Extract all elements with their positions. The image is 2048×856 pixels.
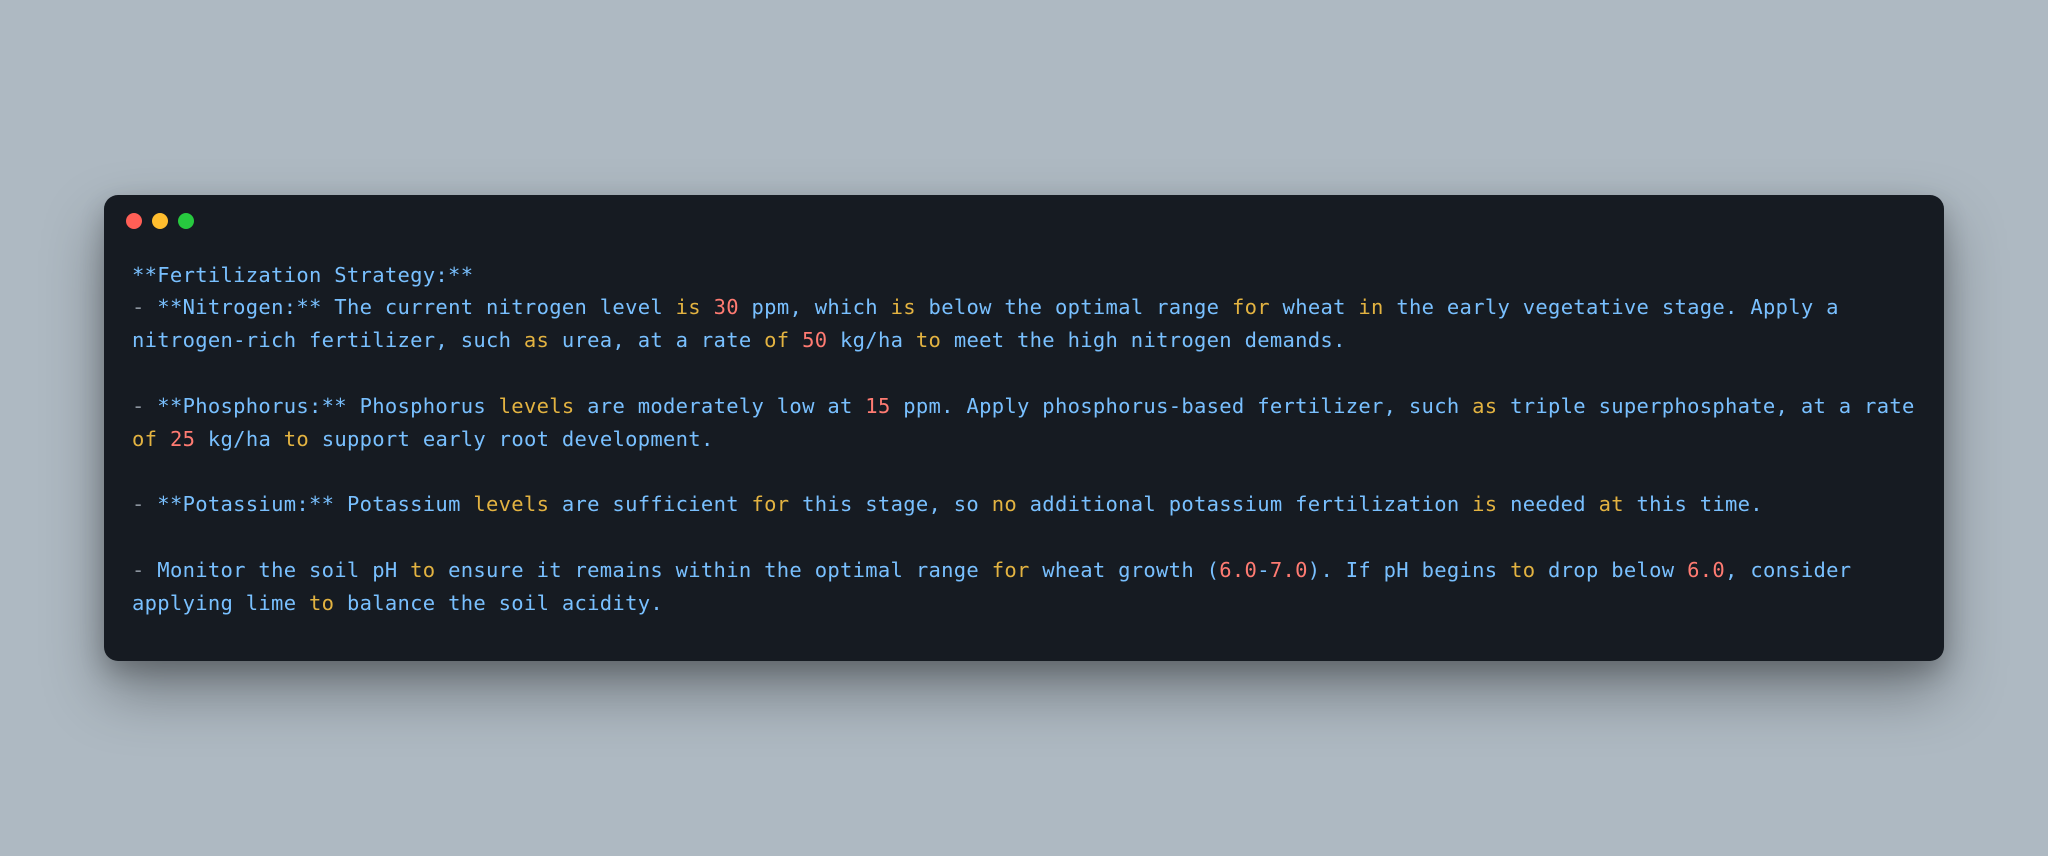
- code-token: ppm. Apply phosphorus-based fertilizer, …: [891, 394, 1473, 418]
- code-token: additional potassium fertilization: [1017, 492, 1472, 516]
- code-token: is: [891, 295, 916, 319]
- code-token: -: [1257, 558, 1270, 582]
- code-token: Phosphorus: [347, 394, 499, 418]
- code-token: support early root development.: [309, 427, 714, 451]
- code-content: **Fertilization Strategy:** - **Nitrogen…: [104, 229, 1944, 662]
- code-token: Monitor the soil pH: [157, 558, 410, 582]
- code-token: for: [1232, 295, 1270, 319]
- code-token: to: [410, 558, 435, 582]
- code-token: [157, 427, 170, 451]
- code-token: wheat: [1270, 295, 1359, 319]
- code-token: **Fertilization Strategy:**: [132, 263, 473, 287]
- code-token: drop below: [1535, 558, 1687, 582]
- code-token: -: [132, 492, 157, 516]
- code-token: is: [676, 295, 701, 319]
- code-token: [789, 328, 802, 352]
- code-token: 6.0: [1687, 558, 1725, 582]
- code-token: 15: [865, 394, 890, 418]
- code-token: wheat growth (: [1030, 558, 1220, 582]
- maximize-icon[interactable]: [178, 213, 194, 229]
- window-titlebar: [104, 195, 1944, 229]
- code-token: -: [132, 394, 157, 418]
- code-token: this stage, so: [789, 492, 991, 516]
- code-token: [701, 295, 714, 319]
- code-token: The current nitrogen level: [322, 295, 676, 319]
- code-token: kg/ha: [195, 427, 284, 451]
- code-token: in: [1358, 295, 1383, 319]
- code-token: as: [524, 328, 549, 352]
- code-token: of: [132, 427, 157, 451]
- code-token: **Potassium:**: [157, 492, 334, 516]
- code-token: kg/ha: [827, 328, 916, 352]
- code-token: to: [309, 591, 334, 615]
- code-token: ). If pH begins: [1308, 558, 1510, 582]
- code-token: meet the high nitrogen demands.: [941, 328, 1346, 352]
- code-token: as: [1472, 394, 1497, 418]
- code-token: 6.0: [1219, 558, 1257, 582]
- code-token: to: [284, 427, 309, 451]
- code-token: -: [132, 295, 157, 319]
- code-token: 50: [802, 328, 827, 352]
- code-token: triple superphosphate, at a rate: [1497, 394, 1927, 418]
- code-token: 30: [714, 295, 739, 319]
- code-token: balance the soil acidity.: [334, 591, 663, 615]
- code-token: to: [1510, 558, 1535, 582]
- minimize-icon[interactable]: [152, 213, 168, 229]
- code-token: of: [764, 328, 789, 352]
- code-token: **Phosphorus:**: [157, 394, 347, 418]
- code-token: Potassium: [334, 492, 473, 516]
- code-token: for: [752, 492, 790, 516]
- code-token: are sufficient: [549, 492, 751, 516]
- code-token: ensure it remains within the optimal ran…: [435, 558, 991, 582]
- code-token: urea, at a rate: [549, 328, 764, 352]
- code-token: 25: [170, 427, 195, 451]
- code-token: below the optimal range: [916, 295, 1232, 319]
- code-token: is: [1472, 492, 1497, 516]
- code-token: ppm, which: [739, 295, 891, 319]
- code-token: to: [916, 328, 941, 352]
- close-icon[interactable]: [126, 213, 142, 229]
- code-token: needed: [1497, 492, 1598, 516]
- code-token: 7.0: [1270, 558, 1308, 582]
- code-window: **Fertilization Strategy:** - **Nitrogen…: [104, 195, 1944, 662]
- code-token: at: [1599, 492, 1624, 516]
- code-token: **Nitrogen:**: [157, 295, 321, 319]
- code-token: levels: [473, 492, 549, 516]
- code-token: -: [132, 558, 157, 582]
- code-token: this time.: [1624, 492, 1763, 516]
- code-token: are moderately low at: [575, 394, 866, 418]
- code-token: levels: [499, 394, 575, 418]
- code-token: no: [992, 492, 1017, 516]
- code-token: for: [992, 558, 1030, 582]
